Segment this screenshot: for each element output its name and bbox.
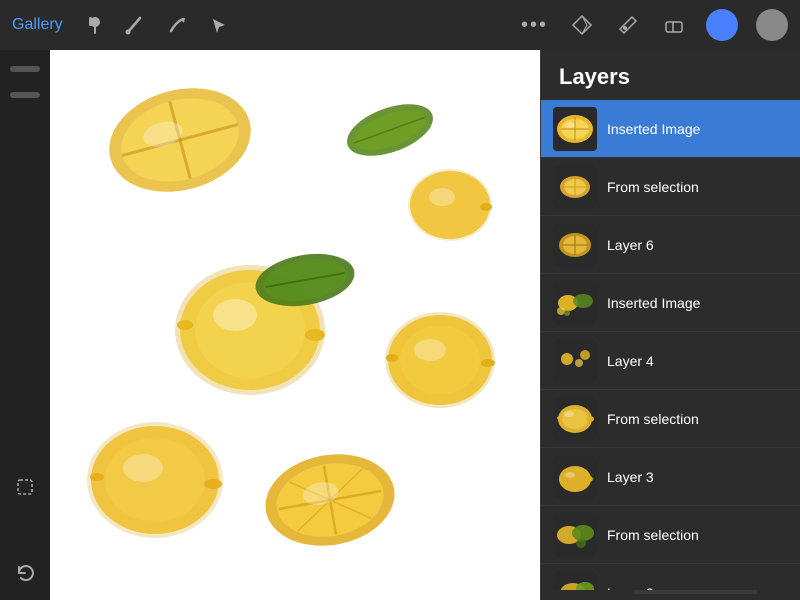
layer-name: Inserted Image [607,295,789,311]
layers-title: Layers [559,64,630,90]
selection-icon[interactable] [205,11,233,39]
user-avatar[interactable] [756,9,788,41]
layer-info: Layer 6 [607,237,789,253]
layer-thumbnail [553,571,597,591]
left-sidebar [0,50,50,600]
layer-info: From selection [607,527,789,543]
smudge-icon[interactable] [163,11,191,39]
color-swatch[interactable] [706,9,738,41]
pen-nib-icon[interactable] [568,11,596,39]
layer-thumbnail [553,397,597,441]
layer-row[interactable]: Inserted ImageN [541,274,800,332]
layers-list: Inserted ImageN From selectionN Layer 6N… [541,100,800,590]
layer-name: Layer 6 [607,237,789,253]
layer-info: Inserted Image [607,121,789,137]
undo-icon[interactable] [10,558,40,588]
lemon-illustration [50,50,540,600]
top-toolbar: Gallery ••• [0,0,800,50]
layer-info: From selection [607,179,789,195]
layer-row[interactable]: Layer 2N [541,564,800,590]
eraser-icon[interactable] [660,11,688,39]
layer-thumbnail [553,339,597,383]
drawing-canvas[interactable] [50,50,540,600]
layers-header: Layers + [541,50,800,100]
layer-thumbnail [553,165,597,209]
layer-thumbnail [553,281,597,325]
layer-info: Inserted Image [607,295,789,311]
brush-icon[interactable] [121,11,149,39]
gallery-button[interactable]: Gallery [12,16,63,34]
layer-name: Inserted Image [607,121,789,137]
layer-row[interactable]: Inserted ImageN [541,100,800,158]
more-options-icon[interactable]: ••• [521,14,548,37]
layer-thumbnail [553,513,597,557]
layer-name: From selection [607,179,789,195]
layer-info: From selection [607,411,789,427]
layer-name: Layer 3 [607,469,789,485]
layer-name: From selection [607,527,789,543]
layer-name: Layer 4 [607,353,789,369]
wrench-icon[interactable] [79,11,107,39]
layers-panel: Layers + Inserted ImageN From selectionN… [540,50,800,600]
layer-thumbnail [553,223,597,267]
layer-info: Layer 3 [607,469,789,485]
tool-group [79,11,233,39]
scroll-indicator [634,590,758,594]
opacity-slider[interactable] [10,92,40,98]
selection-tool-icon[interactable] [10,472,40,502]
toolbar-right-group [568,9,788,41]
brush-size-slider[interactable] [10,66,40,72]
layer-row[interactable]: From selectionN [541,506,800,564]
layer-name: From selection [607,411,789,427]
canvas-area: Layers + Inserted ImageN From selectionN… [50,50,800,600]
layer-row[interactable]: From selectionN [541,158,800,216]
layer-thumbnail [553,107,597,151]
eyedropper-icon[interactable] [614,11,642,39]
layer-row[interactable]: Layer 4N [541,332,800,390]
layer-row[interactable]: Layer 6N [541,216,800,274]
layer-thumbnail [553,455,597,499]
layer-row[interactable]: From selectionN [541,390,800,448]
layer-info: Layer 4 [607,353,789,369]
layer-row[interactable]: Layer 3N [541,448,800,506]
